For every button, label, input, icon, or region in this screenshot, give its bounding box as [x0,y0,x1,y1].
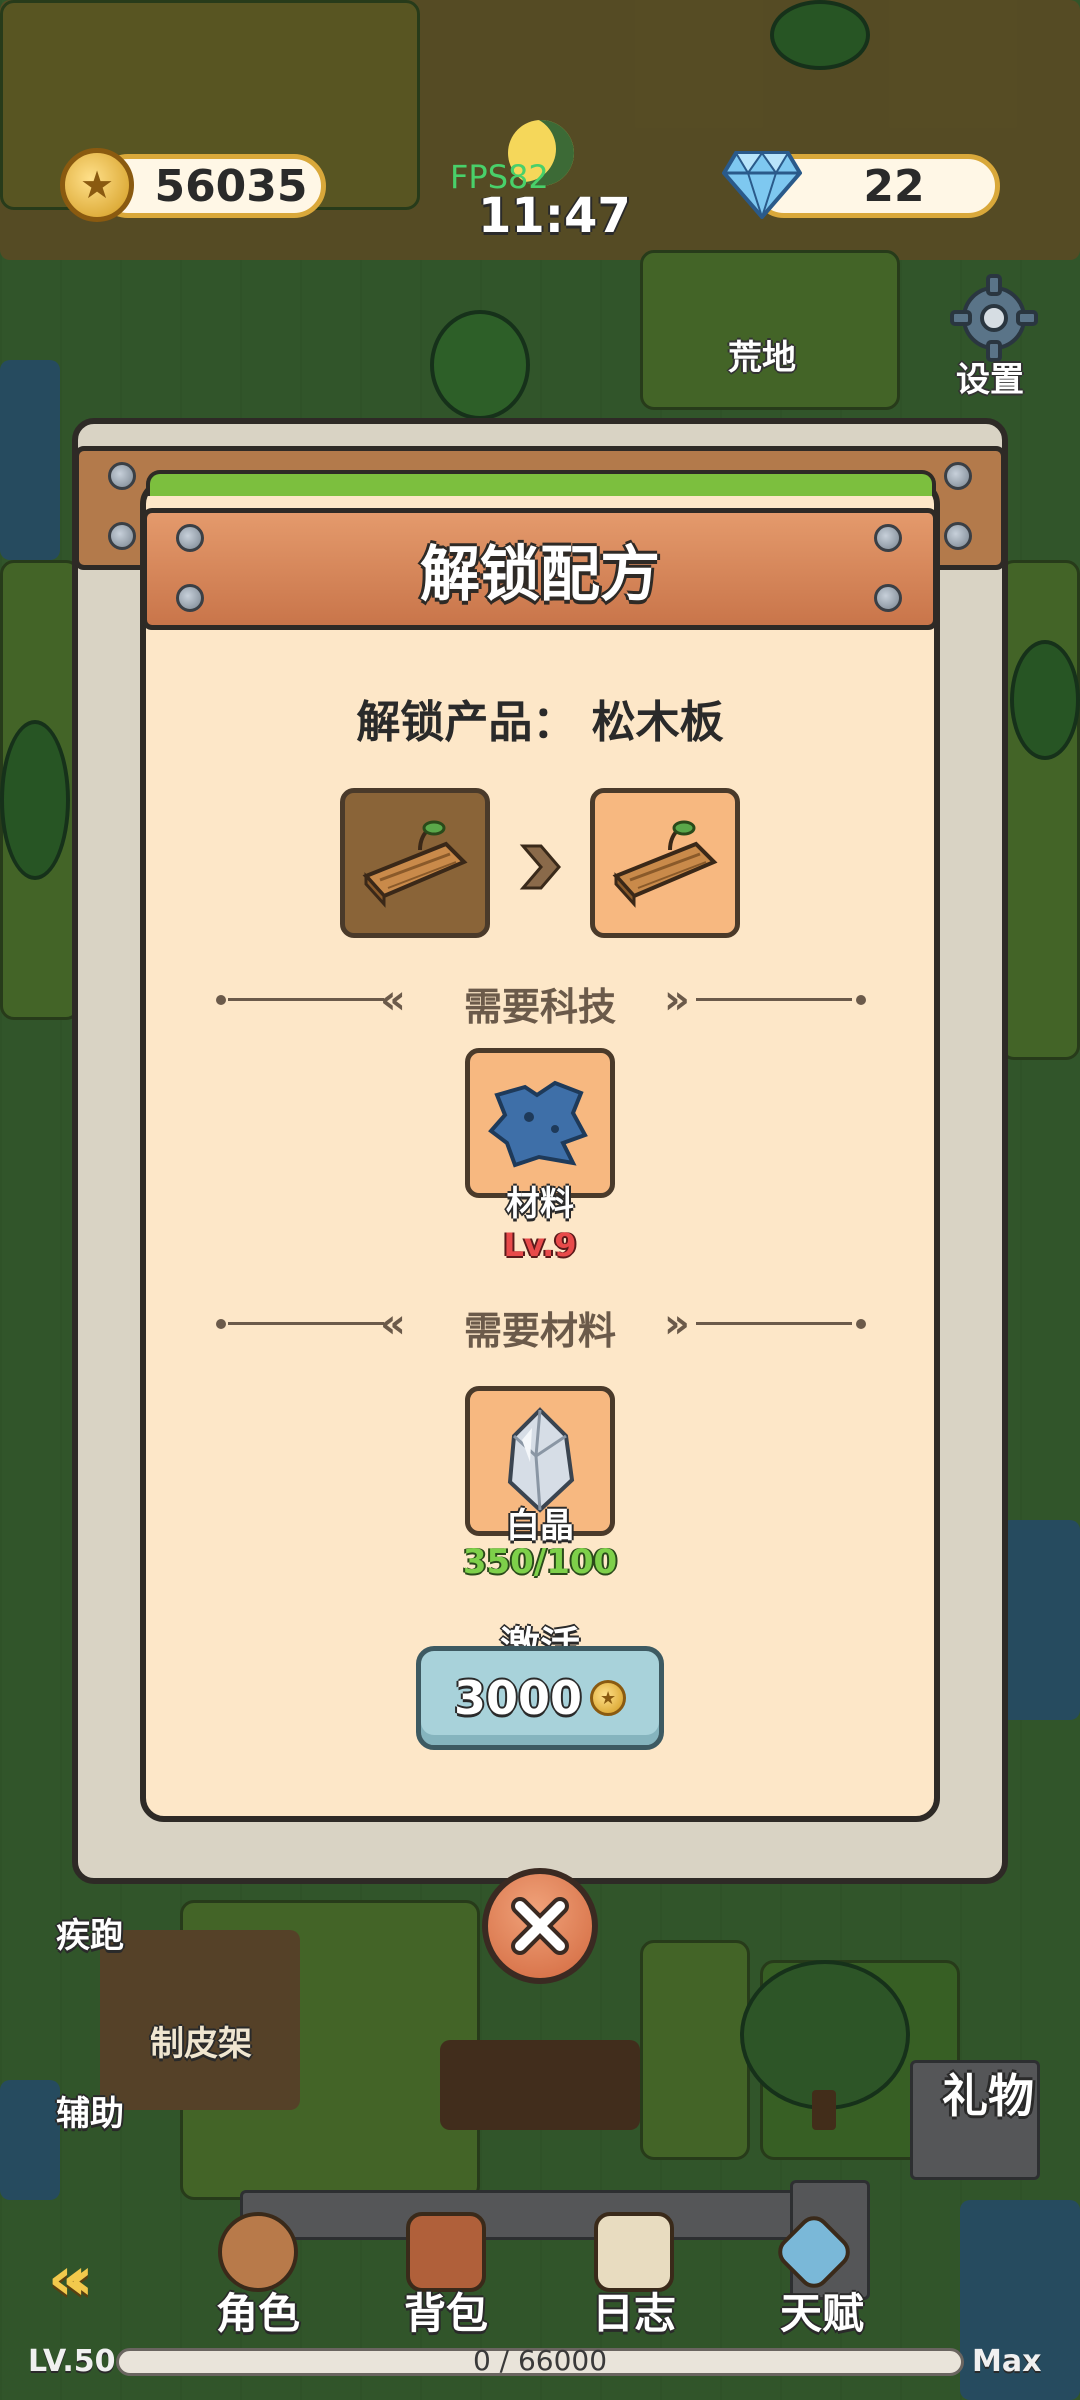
coin-icon: ★ [590,1680,627,1716]
close-icon [511,1897,569,1955]
pine-plank-icon [612,820,718,908]
tab-journal[interactable]: 日志 [592,2280,676,2341]
leather-rack-label: 制皮架 [150,2024,252,2064]
bolt-icon [944,462,972,490]
divider-dot [856,995,866,1005]
input-product-tile[interactable] [340,788,490,938]
close-button[interactable] [482,1868,598,1984]
arrow-right-icon [516,842,566,892]
xp-progress-text: 0 / 66000 [472,2344,608,2377]
tech-item-name: 材料 [506,1184,574,1224]
tab-backpack[interactable]: 背包 [404,2280,488,2341]
gift-label[interactable]: 礼物 [942,2060,1034,2126]
bolt-icon [944,522,972,550]
activate-button[interactable]: 3000 ★ [416,1646,664,1750]
bolt-icon [108,522,136,550]
material-section-title: 需要材料 [463,1309,616,1353]
xp-max-label: Max [972,2344,1042,2379]
activate-price: 3000 [453,1671,583,1725]
sprint-label[interactable]: 疾跑 [56,1908,124,1957]
tech-section-title: 需要科技 [463,985,616,1029]
pine-plank-icon [362,820,468,908]
unlock-product-text: 解锁产品： 松木板 [356,697,724,748]
dialog-title-plank: 解锁配方 [142,508,938,630]
grass-trim [146,470,936,496]
settings-label[interactable]: 设置 [956,352,1024,401]
coin-amount: 56035 [154,160,308,212]
collapse-chevrons-icon[interactable]: «‹ [48,2244,93,2314]
coin-icon: ★ [60,148,134,222]
tech-item-level: Lv.9 [503,1226,577,1264]
material-item-name: 白晶 [506,1506,574,1546]
player-level: LV.50 [28,2344,116,2379]
bolt-icon [874,584,902,612]
tab-character[interactable]: 角色 [216,2280,300,2341]
tab-talent[interactable]: 天赋 [780,2280,864,2341]
material-item-count: 350/100 [462,1542,618,1582]
chevron-right-icon: » [664,977,690,1023]
bolt-icon [176,584,204,612]
output-product-tile[interactable] [590,788,740,938]
gem-amount: 22 [863,160,925,212]
divider-line [696,1322,852,1325]
diamond-icon [722,144,802,224]
bolt-icon [176,524,204,552]
assist-label[interactable]: 辅助 [56,2086,124,2135]
wasteland-label: 荒地 [728,338,796,378]
material-tech-icon [488,1080,588,1168]
bolt-icon [108,462,136,490]
settings-gear-icon[interactable] [948,272,1040,364]
divider-dot [856,1319,866,1329]
divider-line [696,998,852,1001]
chevron-right-icon: » [664,1301,690,1347]
game-clock: 11:47 [478,188,631,244]
bolt-icon [874,524,902,552]
dialog-title: 解锁配方 [420,539,660,610]
